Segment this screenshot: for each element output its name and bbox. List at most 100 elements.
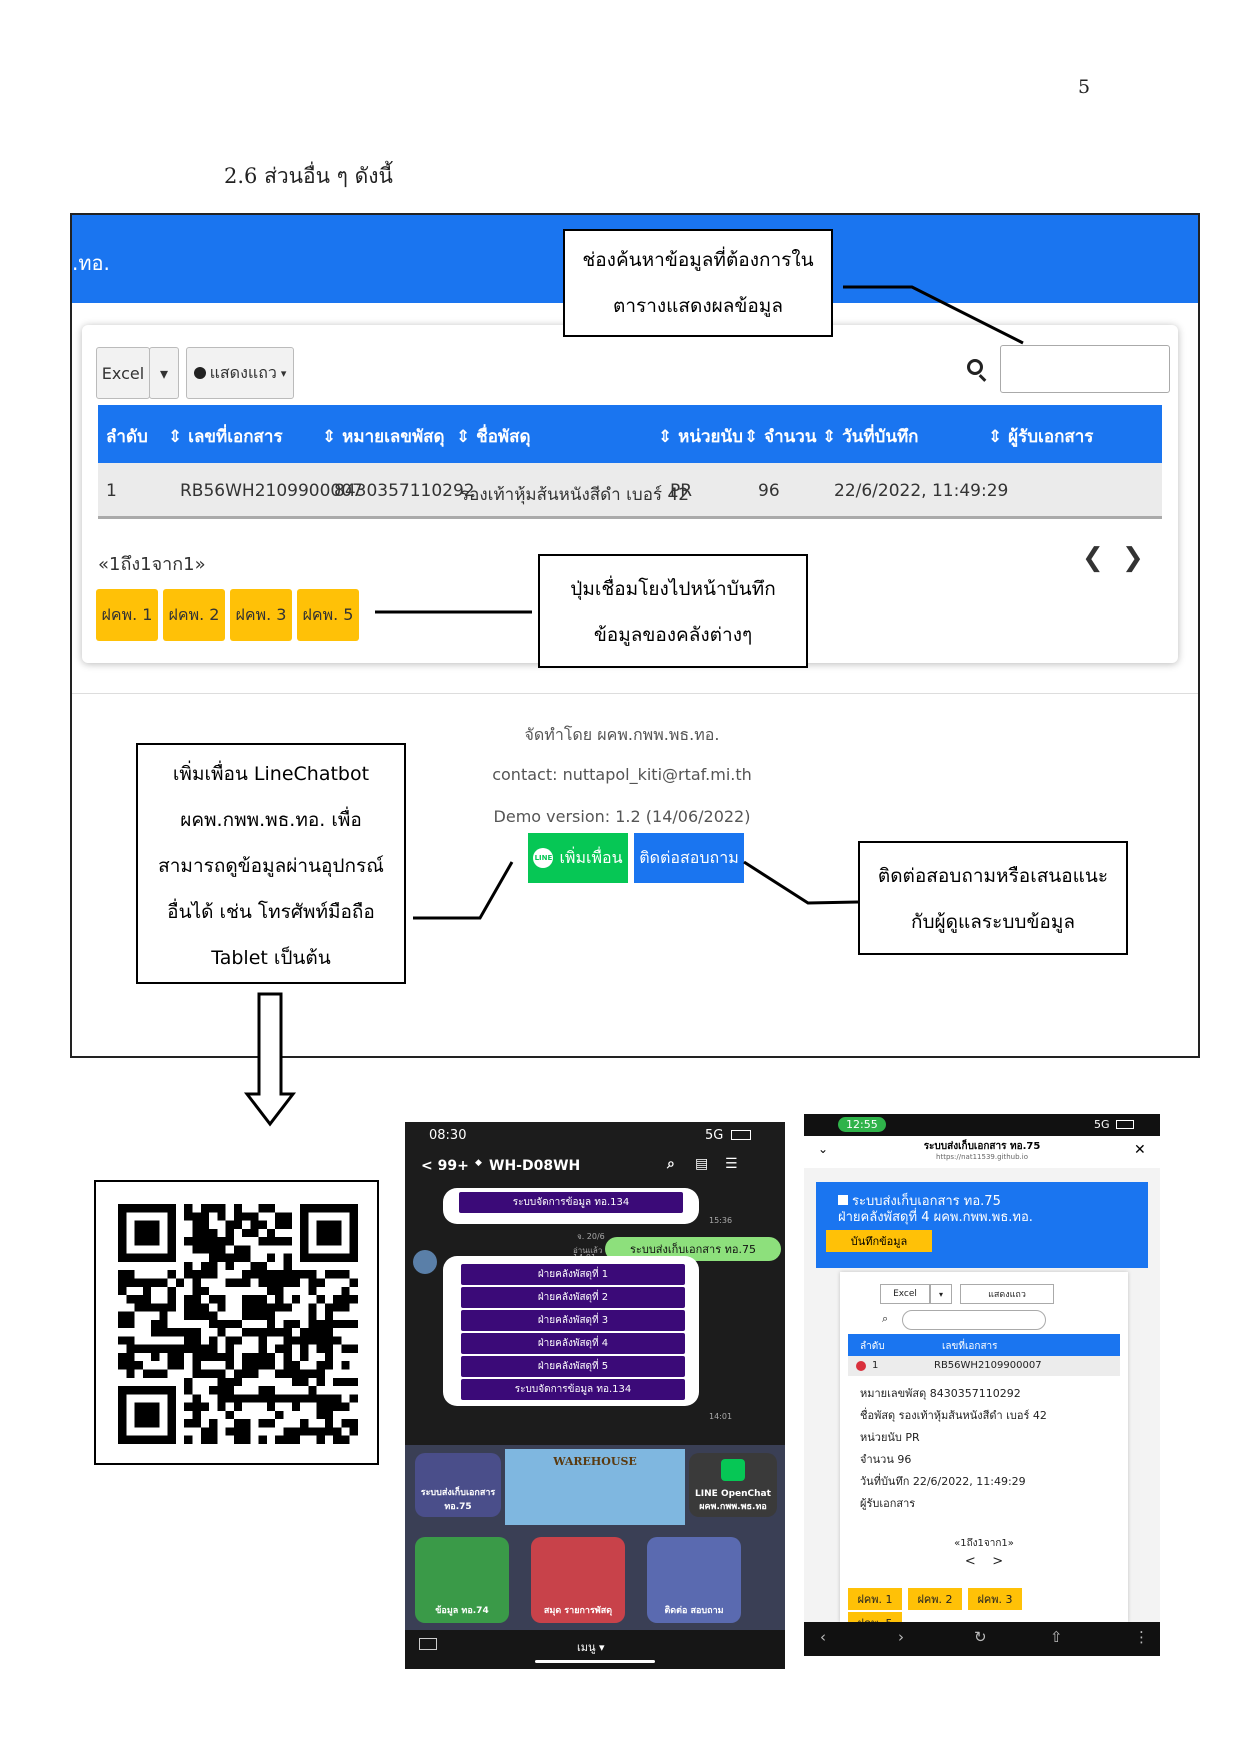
status-signal: 5G [1094,1118,1110,1131]
callout-line: ผคพ.กพพ.พธ.ทอ. เพื่อ [180,809,362,831]
column-header[interactable]: ลำดับ [106,423,148,450]
column-header[interactable]: ⇕ เลขที่เอกสาร [168,423,283,450]
contact-button[interactable]: ติดต่อสอบถาม [634,833,744,883]
footer-divider [72,693,1198,694]
callout-line: ตารางแสดงผลข้อมูล [613,295,783,317]
tile-label: ข้อมูล ทอ.74 [435,1606,489,1616]
column-header-label: เลขที่เอกสาร [188,427,283,447]
browser-bottom-bar: ‹ › ↻ ⇧ ⋮ [804,1622,1160,1656]
add-line-friend-button[interactable]: LINE เพิ่มเพื่อน [528,833,628,883]
table-row[interactable]: 1 RB56WH2109900007 8430357110292 รองเท้า… [98,463,1162,519]
menu-button[interactable]: ฝ่ายคลังพัสดุที่ 5 [461,1356,685,1377]
warehouse-3-button[interactable]: ฝคพ. 3 [230,589,292,641]
column-header[interactable]: ⇕ ผู้รับเอกสาร [988,423,1093,450]
tile-label: สมุด รายการพัสดุ [543,1606,613,1616]
show-rows-button[interactable]: แสดงแถว ▾ [186,347,294,399]
column-header[interactable]: ⇕ จำนวน [744,423,816,450]
column-header-label: ชื่อพัสดุ [476,427,531,447]
cell-quantity: 96 [758,481,780,501]
mobile-web-phone-screenshot: 12:55 5G ⌄ ระบบส่งเก็บเอกสาร ทอ.75 https… [804,1114,1160,1656]
rich-tile[interactable]: ข้อมูล ทอ.74 [415,1537,509,1623]
callout-warehouse-buttons: ปุ่มเชื่อมโยงไปหน้าบันทึก ข้อมูลของคลังต… [538,554,808,668]
browser-back-icon[interactable]: ‹ [820,1628,826,1646]
next-page-button[interactable]: ❯ [1122,543,1144,573]
column-header-label: ผู้รับเอกสาร [1008,427,1094,447]
column-header[interactable]: ⇕ วันที่บันทึก [822,423,918,450]
callout-line: Tablet เป็นต้น [211,947,331,969]
column-header[interactable]: ⇕ หน่วยนับ [658,423,743,450]
menu-button[interactable]: ระบบจัดการข้อมูล ทอ.134 [461,1379,685,1400]
more-icon[interactable]: ⋮ [1134,1628,1149,1646]
section-title: 2.6 ส่วนอื่น ๆ ดังนี้ [224,164,393,188]
show-rows-button[interactable]: แสดงแถว [960,1284,1054,1304]
system-header-card: ระบบส่งเก็บเอกสาร ทอ.75 ฝ่ายคลังพัสดุที่… [816,1182,1148,1268]
mobile-page-body: ระบบส่งเก็บเอกสาร ทอ.75 ฝ่ายคลังพัสดุที่… [804,1168,1160,1622]
share-icon[interactable]: ⇧ [1050,1628,1063,1646]
column-header-label: หมายเลขพัสดุ [342,427,445,447]
line-chat-phone-screenshot: 08:30 5G < 99+ ◆ WH-D08WH ⌕ ▤ ☰ ระบบจัดก… [405,1122,785,1669]
warehouse-3-button[interactable]: ฝคพ. 3 [968,1588,1022,1610]
search-input[interactable] [902,1310,1046,1330]
status-bar: 12:55 5G [804,1114,1160,1136]
chat-search-icon[interactable]: ⌕ [667,1156,675,1172]
rich-tile[interactable]: ระบบส่งเก็บเอกสาร ทอ.75 [415,1453,501,1517]
excel-export-button[interactable]: Excel [880,1284,930,1304]
menu-button[interactable]: ฝ่ายคลังพัสดุที่ 4 [461,1333,685,1354]
qr-code [118,1204,358,1444]
menu-button[interactable]: ฝ่ายคลังพัสดุที่ 2 [461,1287,685,1308]
timestamp: 14:01 [709,1412,733,1421]
warehouse-2-button[interactable]: ฝคพ. 2 [163,589,225,641]
rich-tile[interactable]: LINE OpenChat ผคพ.กพพ.พธ.ทอ [689,1453,777,1517]
rich-tile[interactable]: ติดต่อ สอบถาม [647,1537,741,1623]
prev-page-button[interactable]: ❮ [1082,543,1104,573]
detail-quantity: จำนวน 96 [860,1453,912,1466]
callout-contact: ติดต่อสอบถามหรือเสนอแนะ กับผู้ดูแลระบบข้… [858,841,1128,955]
minus-circle-icon[interactable] [856,1361,866,1371]
eye-icon [193,367,206,379]
search-input[interactable] [1000,345,1170,393]
close-icon[interactable]: ✕ [1134,1142,1146,1158]
callout-line: อื่นได้ เช่น โทรศัพท์มือถือ [167,901,375,923]
column-header[interactable]: ⇕ ชื่อพัสดุ [456,423,531,450]
notes-icon[interactable]: ▤ [695,1156,708,1172]
navbar-title: .ทอ. [72,251,110,275]
warehouse-1-button[interactable]: ฝคพ. 1 [96,589,158,641]
chat-header: < 99+ ◆ WH-D08WH ⌕ ▤ ☰ [405,1148,785,1188]
openchat-icon [721,1459,745,1481]
reload-icon[interactable]: ↻ [974,1628,987,1646]
warehouse-5-button[interactable]: ฝคพ. 5 [848,1612,902,1622]
table-row[interactable]: 1 RB56WH2109900007 [848,1356,1120,1376]
menu-icon[interactable]: ☰ [725,1156,738,1172]
menu-button[interactable]: ฝ่ายคลังพัสดุที่ 1 [461,1264,685,1285]
detail-item-name: ชื่อพัสดุ รองเท้าหุ้มส้นหนังสีดำ เบอร์ 4… [860,1409,1047,1422]
rich-menu-toggle[interactable]: เมนู ▾ [577,1638,605,1656]
menu-button-top[interactable]: ระบบจัดการข้อมูล ทอ.134 [459,1192,683,1213]
excel-dropdown-button[interactable]: ▾ [149,347,179,399]
tile-label: LINE OpenChat ผคพ.กพพ.พธ.ทอ [695,1489,771,1512]
rich-tile[interactable]: สมุด รายการพัสดุ [531,1537,625,1623]
show-rows-label: แสดงแถว [209,362,277,382]
version-text: Demo version: 1.2 (14/06/2022) [493,807,751,826]
cell-item-name: รองเท้าหุ้มส้นหนังสีดำ เบอร์ 42 [460,485,690,505]
mobile-table-panel: Excel ▾ แสดงแถว ⌕ ลำดับ เลขที่เอกสาร 1 R… [840,1272,1128,1622]
keyboard-icon[interactable] [419,1638,437,1650]
column-header[interactable]: เลขที่เอกสาร [942,1339,998,1354]
excel-dropdown-button[interactable]: ▾ [930,1284,952,1304]
warehouse-1-button[interactable]: ฝคพ. 1 [848,1588,902,1610]
status-signal: 5G [705,1128,724,1143]
cell-index: 1 [106,481,117,501]
menu-button[interactable]: ฝ่ายคลังพัสดุที่ 3 [461,1310,685,1331]
back-unread-button[interactable]: < 99+ [421,1158,469,1174]
warehouse-2-button[interactable]: ฝคพ. 2 [908,1588,962,1610]
timestamp: 15:36 [709,1216,733,1225]
line-qr-code-frame [94,1180,379,1465]
excel-export-button[interactable]: Excel [96,347,150,399]
save-data-button[interactable]: บันทึกข้อมูล [826,1230,932,1252]
column-header[interactable]: ลำดับ [860,1339,885,1354]
warehouse-5-button[interactable]: ฝคพ. 5 [297,589,359,641]
browser-forward-icon[interactable]: › [898,1628,904,1646]
detail-unit: หน่วยนับ PR [860,1431,920,1444]
status-time: 08:30 [429,1128,467,1143]
column-header[interactable]: ⇕ หมายเลขพัสดุ [322,423,445,450]
page-arrows[interactable]: < > [840,1554,1128,1569]
